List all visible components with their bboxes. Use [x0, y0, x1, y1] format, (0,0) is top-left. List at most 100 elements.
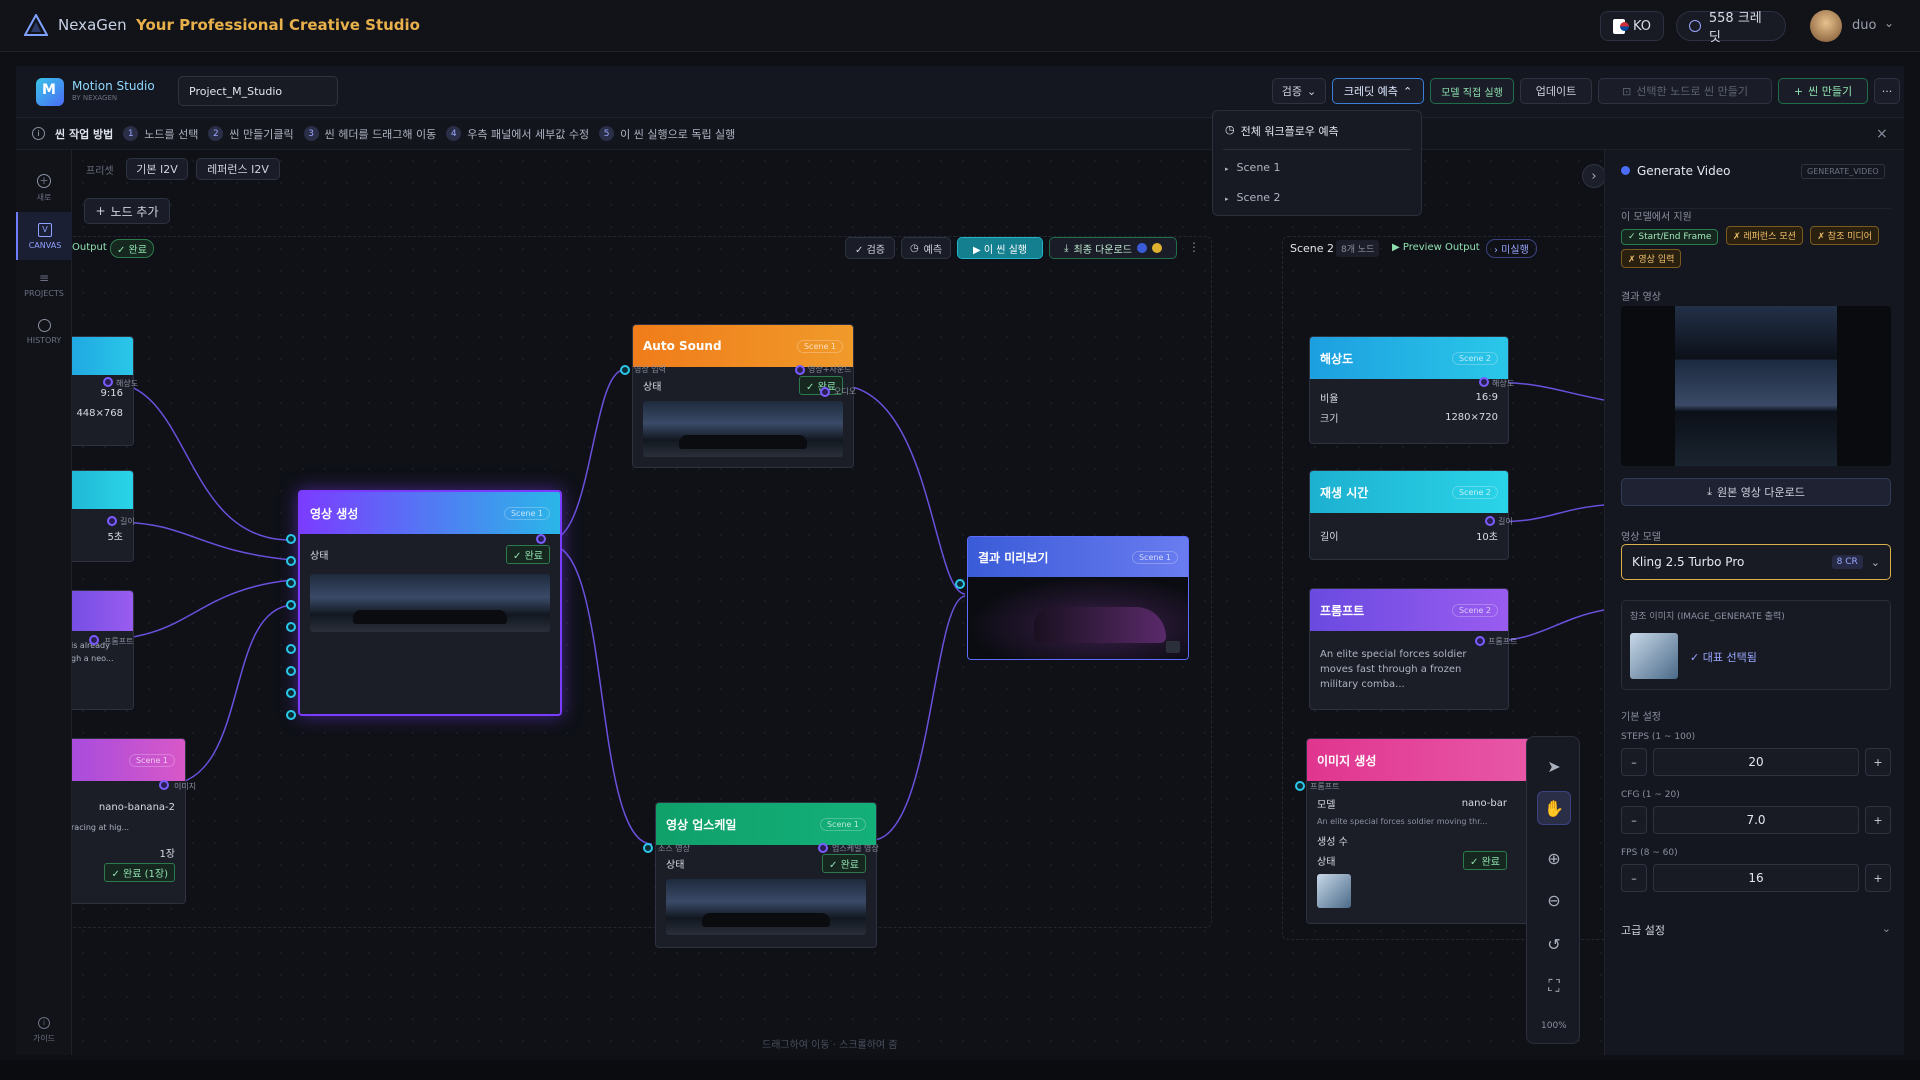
minus-icon[interactable]: –	[1621, 748, 1647, 776]
plus-icon[interactable]: +	[1865, 806, 1891, 834]
update-button[interactable]: 업데이트	[1520, 78, 1592, 104]
minus-icon[interactable]: –	[1621, 864, 1647, 892]
input-port[interactable]	[286, 600, 296, 610]
pointer-icon[interactable]: ➤	[1537, 749, 1571, 783]
make-scene-from-selected-button[interactable]: ⊡ 선택한 노드로 씬 만들기	[1598, 78, 1772, 104]
motion-studio-logo-icon: M	[36, 78, 64, 106]
input-port[interactable]	[1295, 781, 1305, 791]
close-icon[interactable]: ×	[1876, 126, 1888, 142]
video-thumbnail[interactable]	[666, 879, 866, 935]
sidebar-item-history[interactable]: HISTORY	[16, 308, 72, 356]
chip-video-input: ✗ 영상 입력	[1621, 249, 1682, 268]
sidebar-item-projects[interactable]: ≡ PROJECTS	[16, 260, 72, 308]
fit-screen-icon[interactable]: ⛶	[1537, 969, 1571, 1003]
validate-button[interactable]: 검증 ⌄	[1272, 78, 1326, 104]
count-value: 1장	[159, 848, 175, 860]
reset-view-icon[interactable]: ↺	[1537, 927, 1571, 961]
chevron-up-icon: ⌃	[1402, 84, 1413, 98]
scene2-duration-node[interactable]: 재생 시간 Scene 2 길이 10초	[1309, 470, 1509, 560]
sidebar-item-canvas[interactable]: V CANVAS	[16, 212, 72, 260]
image-thumbnail[interactable]	[1317, 874, 1351, 908]
credit-predict-button[interactable]: 크레딧 예측 ⌃	[1332, 78, 1424, 104]
user-name[interactable]: duo	[1852, 18, 1876, 33]
output-port[interactable]	[103, 377, 113, 387]
minus-icon[interactable]: –	[1621, 806, 1647, 834]
hand-pan-icon[interactable]: ✋	[1537, 791, 1571, 825]
sidebar-item-guide[interactable]: i 가이드	[16, 1010, 72, 1050]
input-port[interactable]	[286, 710, 296, 720]
predict-all-workflow[interactable]: ◷ 전체 워크플로우 예측	[1225, 123, 1339, 139]
status-badge: ✓ 완료	[506, 544, 550, 564]
dropdown-item-scene1[interactable]: ▸ Scene 1	[1225, 161, 1281, 174]
left-prompt-node[interactable]: is already gh a neo...	[72, 590, 134, 710]
speaker-icon[interactable]	[1166, 641, 1180, 653]
steps-input[interactable]: 20	[1653, 748, 1859, 776]
language-button[interactable]: KO	[1600, 11, 1664, 41]
zoom-out-icon[interactable]: ⊖	[1537, 883, 1571, 917]
port-label: 소스 영상	[658, 844, 690, 853]
output-port[interactable]	[795, 365, 805, 375]
result-video[interactable]	[1621, 306, 1891, 466]
video-generate-node[interactable]: 영상 생성 Scene 1 상태 ✓ 완료	[298, 490, 562, 716]
more-button[interactable]: ···	[1874, 78, 1900, 104]
input-port[interactable]	[286, 622, 296, 632]
advanced-settings-toggle[interactable]: 고급 설정 ⌄	[1621, 922, 1891, 938]
input-port[interactable]	[286, 556, 296, 566]
port-label: 영상+사운드	[808, 365, 852, 374]
new-scene-button[interactable]: + 씬 만들기	[1778, 78, 1868, 104]
output-port[interactable]	[159, 780, 169, 790]
scene2-image-generate-node[interactable]: 이미지 생성 모델 nano-bar An elite special force…	[1306, 738, 1536, 924]
reference-thumbnail[interactable]	[1630, 633, 1678, 679]
input-port[interactable]	[286, 534, 296, 544]
chip-start-end-frame: ✓ Start/End Frame	[1621, 229, 1719, 245]
project-name-input[interactable]: Project_M_Studio	[178, 76, 338, 106]
input-port[interactable]	[955, 579, 965, 589]
video-thumbnail[interactable]	[643, 401, 843, 457]
result-preview-node[interactable]: 결과 미리보기 Scene 1	[967, 536, 1189, 660]
input-port[interactable]	[286, 578, 296, 588]
workflow-canvas[interactable]: 프리셋 기본 I2V 레퍼런스 I2V + 노드 추가 Output ✓ 완료 ✓…	[72, 150, 1604, 1055]
sidebar-item-new[interactable]: + 새로	[16, 164, 72, 212]
output-port[interactable]	[818, 843, 828, 853]
output-port[interactable]	[89, 635, 99, 645]
output-port[interactable]	[1485, 516, 1495, 526]
model-run-button[interactable]: 모델 직접 실행	[1430, 78, 1514, 104]
credits-button[interactable]: 558 크레딧	[1676, 11, 1786, 45]
help-step: 4 우측 패널에서 세부값 수정	[446, 126, 589, 142]
left-image-node[interactable]: Scene 1 nano-banana-2 racing at hig... 1…	[72, 738, 186, 904]
preview-video[interactable]	[968, 577, 1188, 659]
output-port[interactable]	[107, 516, 117, 526]
audio-output-port[interactable]	[820, 387, 830, 397]
video-upscale-node[interactable]: 영상 업스케일 Scene 1 상태 ✓ 완료	[655, 802, 877, 948]
avatar[interactable]	[1810, 10, 1842, 42]
left-resolution-node[interactable]: 9:16 448×768	[72, 336, 134, 446]
input-port[interactable]	[286, 666, 296, 676]
cfg-input[interactable]: 7.0	[1653, 806, 1859, 834]
output-port[interactable]	[1475, 636, 1485, 646]
input-port[interactable]	[286, 644, 296, 654]
chevron-right-icon[interactable]: ›	[1582, 164, 1604, 188]
chevron-down-icon[interactable]: ⌄	[1884, 16, 1894, 30]
output-port[interactable]	[1479, 377, 1489, 387]
video-thumbnail[interactable]	[310, 574, 550, 632]
plus-icon[interactable]: +	[1865, 748, 1891, 776]
help-step: 2씬 만들기클릭	[208, 126, 294, 142]
brand[interactable]: NexaGen	[24, 14, 127, 36]
input-port[interactable]	[620, 365, 630, 375]
fps-input[interactable]: 16	[1653, 864, 1859, 892]
input-port[interactable]	[643, 843, 653, 853]
node-title: 영상 생성	[310, 506, 359, 521]
auto-sound-node[interactable]: Auto SoundScene 1 상태✓ 완료	[632, 324, 854, 468]
dropdown-item-scene2[interactable]: ▸ Scene 2	[1225, 191, 1281, 204]
output-port[interactable]	[536, 534, 546, 544]
input-port[interactable]	[286, 688, 296, 698]
info-icon: i	[32, 127, 45, 140]
port-label: 길이	[120, 517, 135, 526]
download-original-button[interactable]: ⤓ 원본 영상 다운로드	[1621, 478, 1891, 506]
scene2-resolution-node[interactable]: 해상도 Scene 2 비율 16:9 크기 1280×720	[1309, 336, 1509, 444]
scene2-prompt-node[interactable]: 프롬프트 Scene 2 An elite special forces sold…	[1309, 588, 1509, 710]
plus-icon[interactable]: +	[1865, 864, 1891, 892]
zoom-in-icon[interactable]: ⊕	[1537, 841, 1571, 875]
video-model-select[interactable]: Kling 2.5 Turbo Pro 8 CR ⌄	[1621, 544, 1891, 580]
plus-circle-icon: +	[37, 173, 51, 188]
